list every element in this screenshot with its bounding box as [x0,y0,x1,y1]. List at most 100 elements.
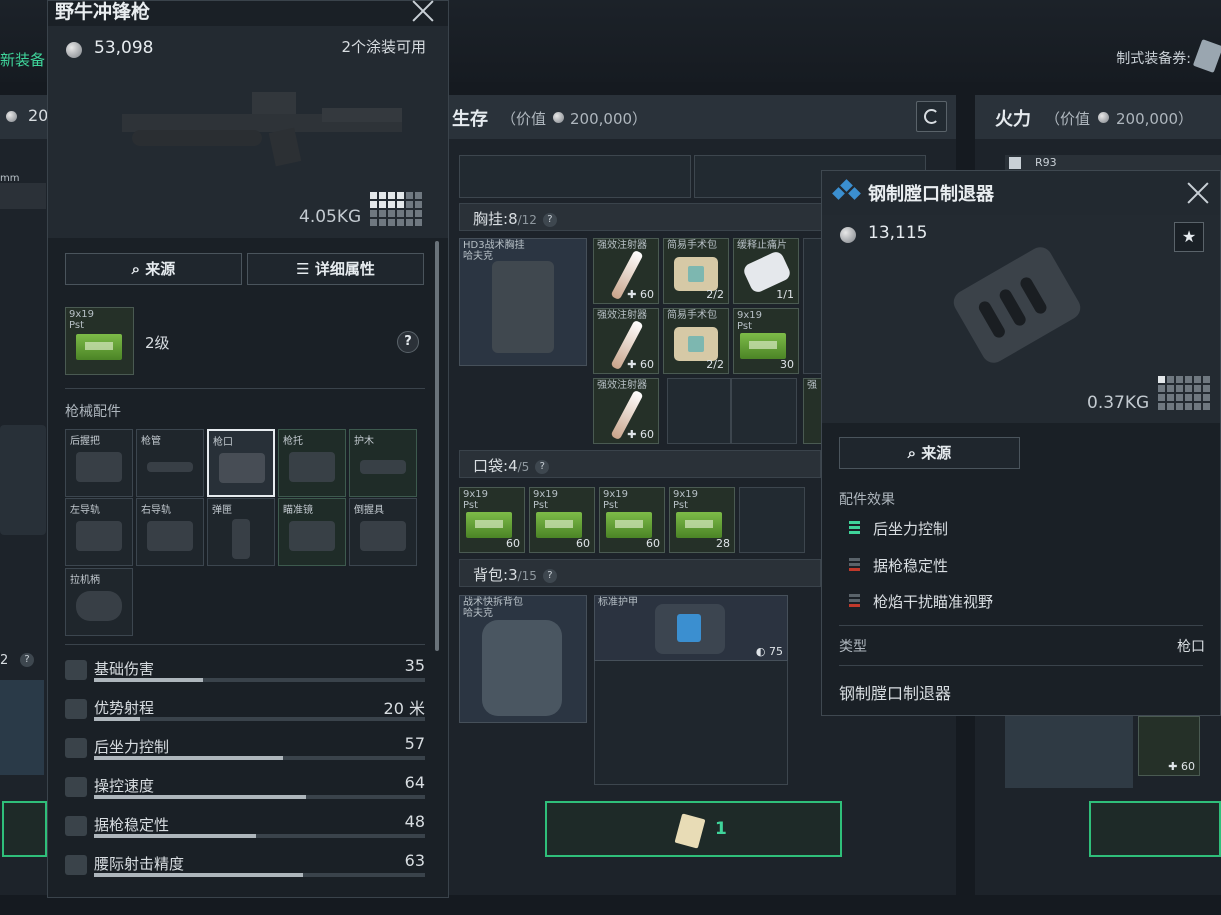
empty-slot[interactable] [667,378,731,444]
weapon-icon [1009,157,1021,169]
weapon-detail-panel: 野牛冲锋枪 53,098 2个涂装可用 4.05KG ⌕ 来源 ☰ 详细属性 9… [47,0,449,898]
empty-slot[interactable] [803,238,823,374]
painkiller-item[interactable]: 缓释止痛片 1/1 [733,238,799,304]
medkit-item[interactable]: 简易手术包 2/2 [663,308,729,374]
left-partial-column: 20 mm 2 ? [0,95,48,895]
refresh-icon [924,109,939,124]
empty-pocket-slot[interactable] [739,487,805,553]
left-partial-weapon[interactable] [0,183,46,209]
armor-item[interactable]: 标准护甲 ◐ 75 [594,595,788,661]
coin-icon [553,112,564,123]
help-icon[interactable]: ? [20,653,34,667]
syringe-item-partial[interactable]: 强 [803,378,823,444]
item-label: 强 [807,380,817,391]
help-icon[interactable]: ? [542,568,557,583]
effect-muzzle-flash: 枪焰干扰瞄准视野 [844,590,1204,616]
ammo-icon [76,334,122,360]
vest-label: HD3战术胸挂 哈夫克 [463,240,525,262]
pocket-ammo-item[interactable]: 9x19 Pst 28 [669,487,735,553]
medkit-item[interactable]: 简易手术包 2/2 [663,238,729,304]
type-value: 枪口 [1177,639,1205,655]
syringe-item[interactable]: 强效注射器 ✚ 60 [593,308,659,374]
attach-foregrip[interactable]: 倒握具 [349,498,417,566]
item-count: ✚ 60 [627,358,654,371]
help-icon[interactable]: ? [535,459,550,474]
stat-recoil-control: 后坐力控制 57 [65,734,425,770]
firepower-vest-item[interactable] [1005,716,1133,788]
item-count: ✚ 60 [627,428,654,441]
ammo-icon [740,333,786,359]
ammo-item[interactable]: 9x19 Pst 30 [733,308,799,374]
pocket-ammo-item[interactable]: 9x19 Pst 60 [599,487,665,553]
attach-left-rail[interactable]: 左导轨 [65,498,133,566]
item-label: 9x19 Pst [463,489,489,511]
size-grid-icon [370,192,422,226]
ammo-icon [536,512,582,538]
syringe-item[interactable]: 强效注射器 ✚ 60 [593,378,659,444]
syringe-item[interactable]: 强效注射器 ✚ 60 [593,238,659,304]
item-label: 9x19 Pst [673,489,699,511]
pocket-label: 口袋:4/5? [473,455,550,476]
list-icon: ☰ [296,260,315,278]
left-partial-helmet[interactable] [0,425,46,535]
ammo-slot[interactable]: 9x19 Pst [65,307,134,375]
refresh-button[interactable] [916,101,947,132]
popup-source-button[interactable]: ⌕ 来源 [839,437,1020,469]
slot-top-left[interactable] [459,155,691,198]
detail-attributes-button[interactable]: ☰ 详细属性 [247,253,424,285]
left-partial-count: 2 [0,653,9,668]
help-icon[interactable]: ? [397,331,419,353]
attach-magazine[interactable]: 弹匣 [207,498,275,566]
item-label: 9x19 Pst [603,489,629,511]
survival-value-label: （价值 [501,110,547,128]
divider [839,625,1203,626]
attach-right-rail[interactable]: 右导轨 [136,498,204,566]
item-label: 简易手术包 [667,240,717,251]
pocket-ammo-item[interactable]: 9x19 Pst 60 [459,487,525,553]
attach-barrel[interactable]: 枪管 [136,429,204,497]
backpack-item[interactable]: 战术快拆背包 哈夫克 [459,595,587,723]
attach-charging-handle[interactable]: 拉机柄 [65,568,133,636]
armor-durability: ◐ 75 [755,645,783,658]
attach-handguard[interactable]: 护木 [349,429,417,497]
left-partial-claim-button[interactable] [2,801,47,857]
close-icon[interactable] [411,0,435,23]
item-count: 60 [646,537,660,550]
vest-item[interactable]: HD3战术胸挂 哈夫克 [459,238,587,366]
attach-stock[interactable]: 枪托 [278,429,346,497]
claim-survival-button[interactable]: 1 [545,801,842,857]
item-label: 9x19 Pst [737,310,763,332]
scrollbar[interactable] [435,241,439,651]
close-icon[interactable] [1186,181,1210,205]
ammo-icon [466,512,512,538]
source-button[interactable]: ⌕ 来源 [65,253,242,285]
muzzle-detail-popup: 钢制膛口制退器 13,115 ★ 0.37KG ⌕ 来源 配件效果 后坐力控制 … [821,170,1221,716]
new-equipment-label[interactable]: 新装备 [0,49,45,70]
attach-scope[interactable]: 瞄准镜 [278,498,346,566]
stat-base-damage: 基础伤害 35 [65,656,425,692]
firepower-title: 火力 [995,109,1031,130]
popup-header: 钢制膛口制退器 [822,171,1220,215]
effect-aim-stability: 据枪稳定性 [844,554,1204,580]
firepower-header: 火力 （价值 200,000） [975,95,1221,139]
firepower-value-label: （价值 [1045,110,1091,128]
left-partial-item[interactable] [0,680,44,775]
effect-recoil-control: 后坐力控制 [844,517,1204,543]
pocket-ammo-item[interactable]: 9x19 Pst 60 [529,487,595,553]
item-count: ✚ 60 [627,288,654,301]
claim-firepower-button[interactable] [1089,801,1221,857]
help-icon[interactable]: ? [542,212,557,227]
attach-muzzle[interactable]: 枪口 [207,429,275,497]
skins-available[interactable]: 2个涂装可用 [341,36,426,57]
item-label: 强效注射器 [597,380,647,391]
favorite-star-icon[interactable]: ★ [1174,222,1204,252]
ammo-icon [606,512,652,538]
attach-rear-grip[interactable]: 后握把 [65,429,133,497]
item-label: 强效注射器 [597,240,647,251]
popup-footer-name: 钢制膛口制退器 [839,684,952,703]
weapon-image-area: 53,098 2个涂装可用 4.05KG [48,26,448,238]
firepower-syringe-item[interactable]: ✚ 60 [1138,716,1200,776]
range-icon [65,699,87,719]
empty-slot[interactable] [731,378,797,444]
item-label: 9x19 Pst [69,309,95,331]
